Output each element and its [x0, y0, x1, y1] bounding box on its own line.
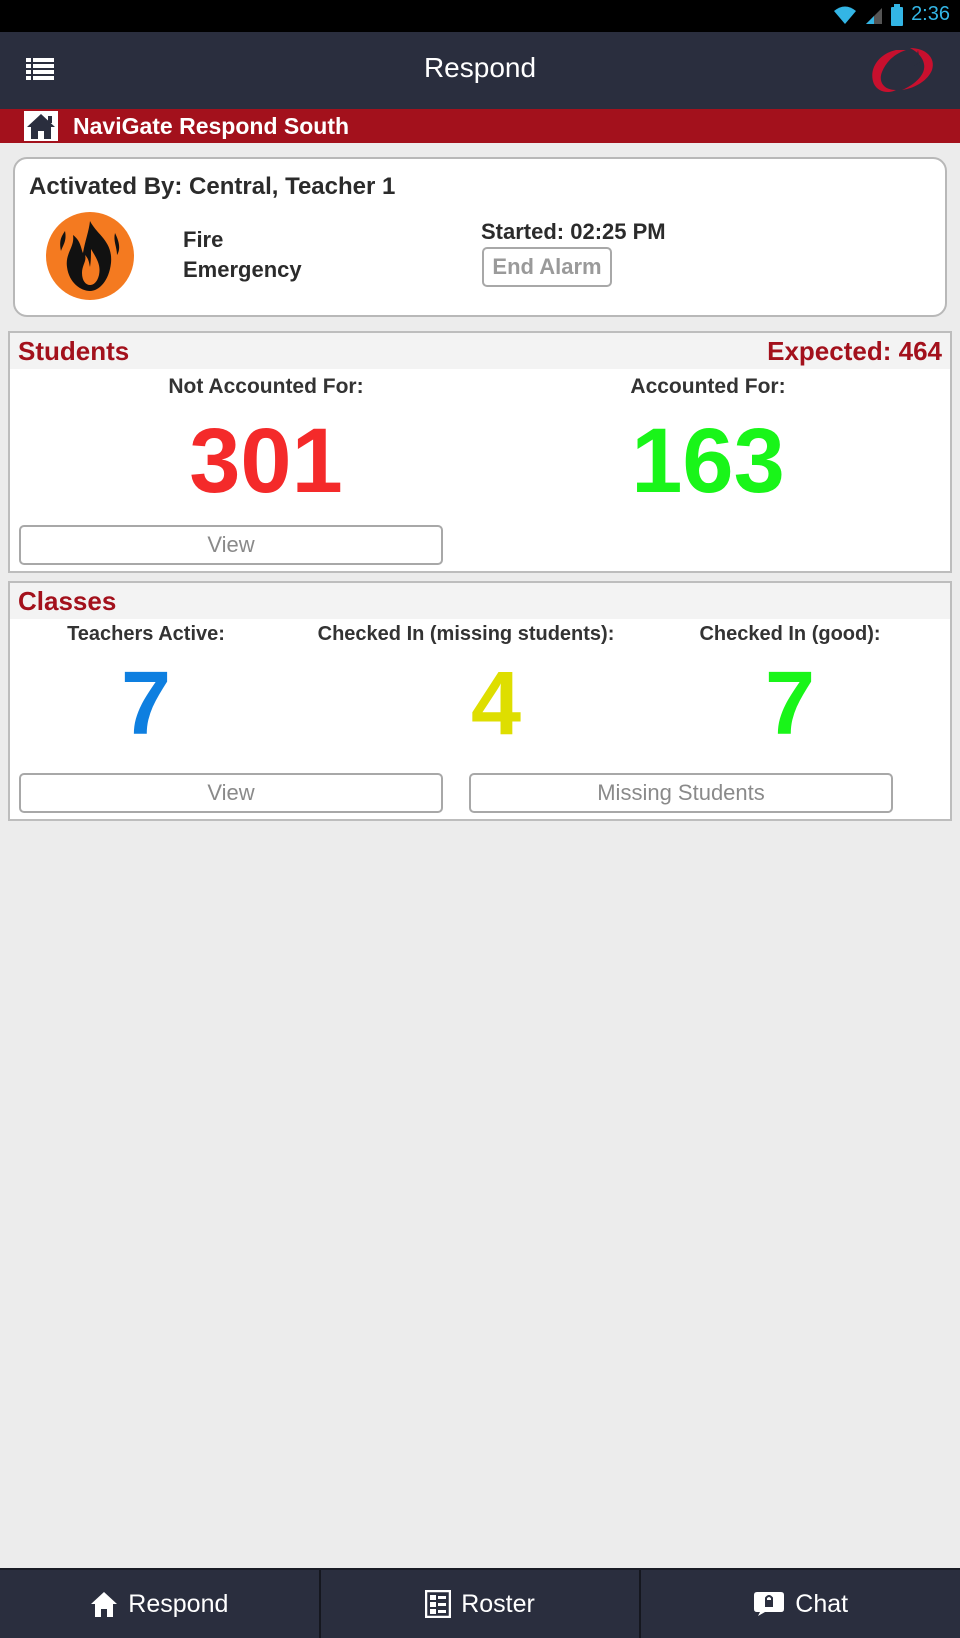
missing-students-button[interactable]: Missing Students — [469, 773, 893, 813]
roster-icon — [425, 1590, 452, 1618]
nav-roster-label: Roster — [461, 1589, 535, 1618]
students-panel: Students Expected: 464 Not Accounted For… — [8, 331, 952, 573]
students-header: Students Expected: 464 — [10, 333, 950, 369]
accounted-label: Accounted For: — [630, 375, 786, 398]
status-icons: 2:36 — [833, 3, 950, 26]
students-view-button[interactable]: View — [19, 525, 443, 565]
battery-icon — [891, 3, 904, 26]
nav-respond-label: Respond — [128, 1589, 229, 1618]
alarm-started-time: Started: 02:25 PM — [481, 219, 666, 244]
checked-good-label: Checked In (good): — [699, 623, 881, 645]
alarm-type-line1: Fire — [183, 227, 224, 252]
checked-missing-label: Checked In (missing students): — [317, 623, 615, 645]
bottom-nav: Respond Roster Chat — [0, 1568, 960, 1638]
navigate-logo-icon — [872, 48, 933, 92]
nav-chat-label: Chat — [795, 1589, 849, 1618]
end-alarm-button[interactable]: End Alarm — [482, 247, 612, 287]
chat-icon — [754, 1592, 785, 1616]
alarm-card: Activated By: Central, Teacher 1 Fire Em… — [13, 157, 947, 317]
page-title: Respond — [423, 52, 537, 83]
status-bar: 2:36 — [0, 0, 960, 32]
accounted-count: 163 — [631, 410, 785, 512]
checked-good-count: 7 — [764, 654, 816, 754]
activated-by: Activated By: Central, Teacher 1 — [29, 173, 396, 200]
teachers-active-count: 7 — [120, 654, 172, 754]
classes-header: Classes — [10, 583, 950, 619]
wifi-icon — [834, 6, 857, 24]
classes-title: Classes — [18, 586, 117, 616]
classes-panel: Classes Teachers Active: 7 Checked In (m… — [8, 581, 952, 821]
alarm-type-line2: Emergency — [183, 257, 302, 282]
students-title: Students — [18, 336, 130, 366]
nav-respond[interactable]: Respond — [0, 1570, 321, 1638]
classes-view-button[interactable]: View — [19, 773, 443, 813]
location-name: NaviGate Respond South — [73, 113, 350, 139]
location-bar: NaviGate Respond South — [0, 109, 960, 143]
fire-icon — [46, 212, 134, 300]
checked-missing-count: 4 — [470, 654, 522, 754]
home-icon — [91, 1592, 118, 1617]
nav-chat[interactable]: Chat — [641, 1570, 960, 1638]
signal-icon — [866, 7, 883, 24]
home-icon — [27, 114, 55, 139]
alarm-type: Fire Emergency — [183, 225, 302, 285]
home-button[interactable] — [24, 111, 58, 141]
expected-count: Expected: 464 — [767, 336, 942, 366]
nav-roster[interactable]: Roster — [321, 1570, 642, 1638]
teachers-active-label: Teachers Active: — [67, 623, 225, 645]
not-accounted-label: Not Accounted For: — [168, 375, 364, 398]
app-bar: Respond — [0, 32, 960, 109]
not-accounted-count: 301 — [189, 410, 343, 512]
status-time: 2:36 — [911, 3, 950, 25]
